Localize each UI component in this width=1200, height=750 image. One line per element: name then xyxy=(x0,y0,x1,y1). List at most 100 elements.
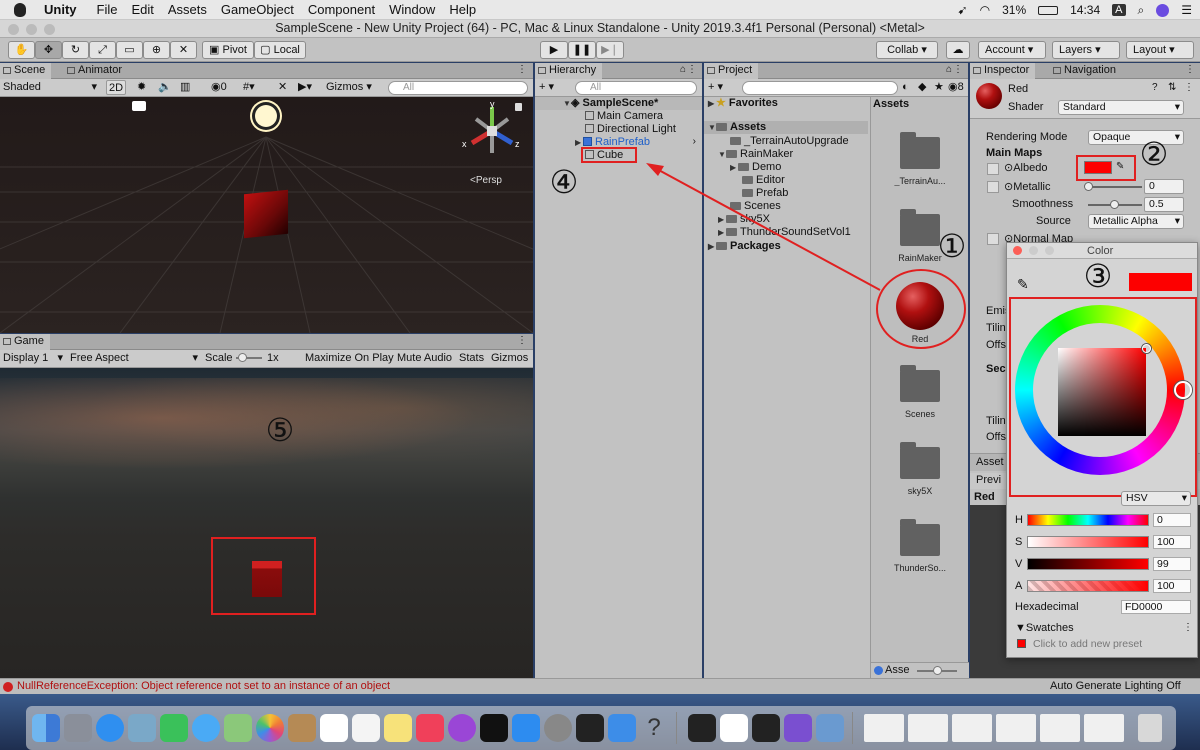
hex-input[interactable]: FD0000 xyxy=(1121,600,1191,614)
tree-item-sky5x[interactable]: ▶ sky5X xyxy=(718,213,770,226)
tab-inspector[interactable]: Inspector xyxy=(970,63,1036,79)
stats-toggle[interactable]: Stats xyxy=(459,351,484,366)
clock[interactable]: 14:34 xyxy=(1070,3,1100,17)
tab-scene[interactable]: Scene xyxy=(0,63,52,79)
preview-icon[interactable] xyxy=(128,714,156,742)
aspect-dropdown[interactable]: Free Aspect ▾ xyxy=(70,351,198,366)
music-icon[interactable] xyxy=(416,714,444,742)
menu-assets[interactable]: Assets xyxy=(168,2,207,17)
minimize-window-button[interactable] xyxy=(26,24,37,35)
2d-toggle[interactable]: 2D xyxy=(106,80,126,95)
hierarchy-item-directional-light[interactable]: Directional Light xyxy=(585,123,676,136)
menu-help[interactable]: Help xyxy=(449,2,476,17)
maps-icon[interactable] xyxy=(224,714,252,742)
scene-search-input[interactable]: All xyxy=(388,81,528,95)
hierarchy-item-main-camera[interactable]: Main Camera xyxy=(585,110,663,123)
orientation-gizmo[interactable]: y x z xyxy=(462,101,522,161)
project-menu-icon[interactable]: ⋮ xyxy=(953,64,963,75)
s-slider[interactable] xyxy=(1027,536,1149,548)
battery-text[interactable]: 31% xyxy=(1002,3,1026,17)
camera-gizmo-icon[interactable] xyxy=(132,101,146,111)
favorite-icon[interactable]: ★ xyxy=(934,80,944,95)
scene-panel-menu-icon[interactable]: ⋮ xyxy=(517,64,527,75)
h-slider[interactable] xyxy=(1027,514,1149,526)
custom-tool-button[interactable]: ✕ xyxy=(170,41,197,59)
transform-tool-button[interactable]: ⊕ xyxy=(143,41,170,59)
scale-tool-button[interactable]: ⤢ xyxy=(89,41,116,59)
metallic-slider[interactable] xyxy=(1088,186,1142,188)
tab-project[interactable]: Project xyxy=(704,63,759,79)
tab-navigation[interactable]: Navigation xyxy=(1050,63,1122,79)
tab-game[interactable]: Game xyxy=(0,334,50,350)
lighting-toggle-icon[interactable]: ✹ xyxy=(137,80,146,95)
podcasts-icon[interactable] xyxy=(448,714,476,742)
pivot-button[interactable]: ▣ Pivot xyxy=(202,41,254,59)
terminal-icon[interactable] xyxy=(576,714,604,742)
v-input[interactable]: 99 xyxy=(1153,557,1191,571)
zoom-slider-thumb[interactable] xyxy=(933,666,942,675)
window-thumbnail-icon[interactable] xyxy=(908,714,948,742)
window-thumbnail-icon[interactable] xyxy=(996,714,1036,742)
search-by-label-icon[interactable]: ◆ xyxy=(918,80,926,95)
play-button[interactable]: ▶ xyxy=(540,41,568,59)
window-thumbnail-icon[interactable] xyxy=(1040,714,1080,742)
contacts-icon[interactable] xyxy=(288,714,316,742)
collab-button[interactable]: Collab ▾ xyxy=(876,41,938,59)
metallic-input[interactable]: 0 xyxy=(1144,179,1184,194)
close-picker-button[interactable] xyxy=(1013,246,1022,255)
rect-tool-button[interactable]: ▭ xyxy=(116,41,143,59)
swatches-label[interactable]: ▼Swatches xyxy=(1015,622,1074,634)
shader-dropdown[interactable]: Standard ▾ xyxy=(1058,100,1184,115)
visual-studio-icon[interactable] xyxy=(784,714,812,742)
favorites-node[interactable]: ▶ ★ Favorites xyxy=(708,97,778,110)
hierarchy-search-input[interactable]: All xyxy=(575,81,697,95)
trash-icon[interactable] xyxy=(1138,714,1162,742)
spotlight-icon[interactable]: ⌕ xyxy=(1138,3,1145,18)
preview-app-icon[interactable] xyxy=(816,714,844,742)
move-tool-button[interactable]: ✥ xyxy=(35,41,62,59)
pause-button[interactable]: ❚❚ xyxy=(568,41,596,59)
xcode-icon[interactable] xyxy=(608,714,636,742)
unity-icon-2[interactable] xyxy=(752,714,780,742)
a-slider[interactable] xyxy=(1027,580,1149,592)
folder-icon[interactable] xyxy=(900,209,940,246)
tree-item-prefab[interactable]: Prefab xyxy=(742,187,788,200)
apple-icon[interactable] xyxy=(14,2,26,17)
s-input[interactable]: 100 xyxy=(1153,535,1191,549)
window-thumbnail-icon[interactable] xyxy=(864,714,904,742)
window-thumbnail-icon[interactable] xyxy=(1084,714,1124,742)
inspector-menu-icon[interactable]: ⋮ xyxy=(1185,64,1195,75)
a-input[interactable]: 100 xyxy=(1153,579,1191,593)
component-menu-icon[interactable]: ⋮ xyxy=(1184,82,1194,93)
tab-hierarchy[interactable]: Hierarchy xyxy=(535,63,603,79)
tree-item-rainmaker[interactable]: ▼ RainMaker xyxy=(718,148,793,161)
messages-icon[interactable] xyxy=(192,714,220,742)
minimize-picker-button[interactable] xyxy=(1029,246,1038,255)
app-menu[interactable]: Unity xyxy=(44,2,77,17)
source-dropdown[interactable]: Metallic Alpha ▾ xyxy=(1088,214,1184,229)
system-preferences-icon[interactable] xyxy=(544,714,572,742)
facetime-icon[interactable] xyxy=(160,714,188,742)
help-icon[interactable]: ? xyxy=(1152,82,1158,93)
metallic-texture-slot[interactable] xyxy=(987,181,999,193)
project-search-input[interactable] xyxy=(742,81,898,95)
reminders-icon[interactable] xyxy=(352,714,380,742)
menu-window[interactable]: Window xyxy=(389,2,435,17)
launchpad-icon[interactable] xyxy=(64,714,92,742)
effects-toggle-icon[interactable]: ▥ xyxy=(180,80,190,95)
picker-eyedropper-icon[interactable]: ✎ xyxy=(1017,276,1029,293)
hand-tool-button[interactable]: ✋ xyxy=(8,41,35,59)
project-create-button[interactable]: + ▾ xyxy=(708,80,723,95)
project-hidden-toggle[interactable]: ◉8 xyxy=(948,80,964,95)
notes-icon[interactable] xyxy=(384,714,412,742)
folder-icon[interactable] xyxy=(900,519,940,556)
lock-icon[interactable] xyxy=(515,103,522,111)
normal-map-slot[interactable] xyxy=(987,233,999,245)
metallic-slider-thumb[interactable] xyxy=(1084,182,1093,191)
input-source[interactable]: A xyxy=(1112,4,1126,16)
zoom-picker-button[interactable] xyxy=(1045,246,1054,255)
menu-file[interactable]: File xyxy=(97,2,118,17)
grid-toggle-icon[interactable]: #▾ xyxy=(243,80,255,95)
audio-toggle-icon[interactable]: 🔈 xyxy=(158,80,172,95)
hidden-objects-toggle[interactable]: ◉0 xyxy=(211,80,227,95)
